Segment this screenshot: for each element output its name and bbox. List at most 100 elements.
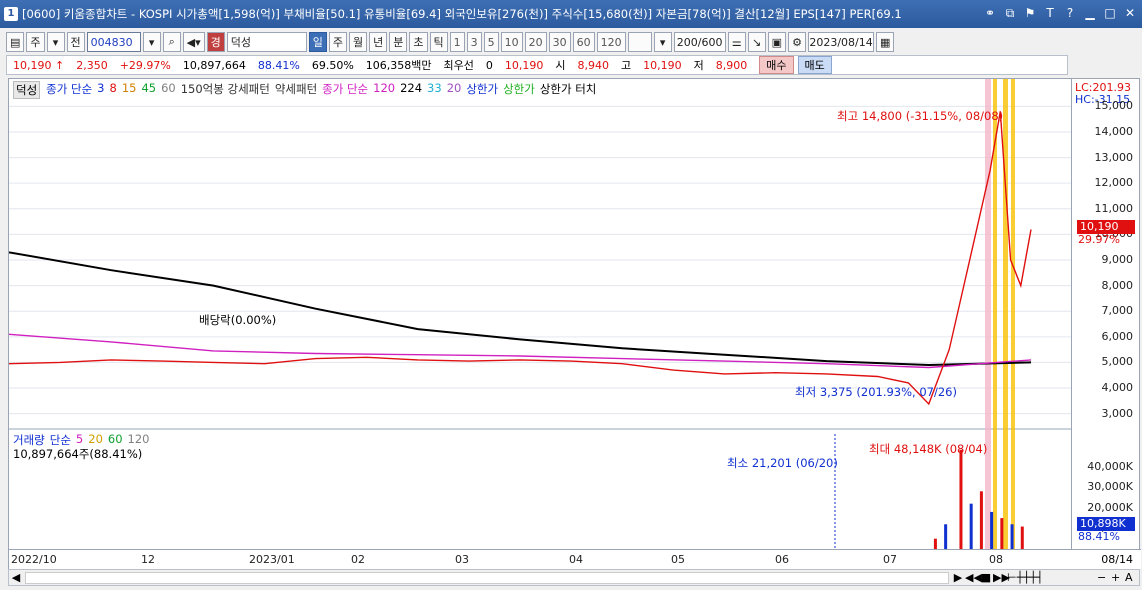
calendar-icon[interactable]: ▦ xyxy=(876,32,895,52)
price-chart-svg[interactable] xyxy=(9,79,1071,549)
cur-price: 10,190 xyxy=(504,58,544,72)
interval-20[interactable]: 20 xyxy=(524,32,547,52)
count-input[interactable]: 200/600 xyxy=(673,32,726,52)
scroll-right-icon[interactable]: ▶ xyxy=(951,571,965,584)
volume-bar xyxy=(1010,524,1014,549)
change-value: 2,350 xyxy=(76,58,108,72)
stock-code-input[interactable]: 004830 xyxy=(86,32,141,52)
date-tick-label: 07 xyxy=(883,553,897,566)
interval-3[interactable]: 3 xyxy=(466,32,482,52)
price-tick-label: 5,000 xyxy=(1101,355,1134,369)
date-tick-label: 08 xyxy=(989,553,1003,566)
zoom-slider[interactable]: ⊢┼┼┼┤ xyxy=(1007,571,1097,584)
series-line-224 xyxy=(9,251,1032,367)
quote-bar: 10,190 ↑ 2,350 +29.97% 10,897,664 88.41%… xyxy=(6,55,1068,75)
speaker-icon[interactable]: ◀▾ xyxy=(182,32,205,52)
tab-tick[interactable]: 틱 xyxy=(429,32,448,52)
text-icon[interactable]: T xyxy=(1042,5,1058,21)
volume-bar xyxy=(990,511,994,549)
interval-120[interactable]: 120 xyxy=(596,32,626,52)
zoom-in-icon[interactable]: + xyxy=(1111,571,1125,584)
tab-minute[interactable]: 분 xyxy=(389,32,408,52)
date-tick-label: 06 xyxy=(775,553,789,566)
best-label: 최우선 xyxy=(443,59,474,72)
volume-max-annotation: 최대 48,148K (08/04) xyxy=(869,442,988,456)
volume-badge-pct: 88.41% xyxy=(1078,530,1120,543)
interval-10[interactable]: 10 xyxy=(500,32,523,52)
chart-area[interactable]: 덕성 종가 단순 3 8 15 45 60 150억봉 강세패턴 약세패턴 종가 단순 120 22… xyxy=(8,78,1141,570)
interval-1[interactable]: 1 xyxy=(449,32,465,52)
tab-day[interactable]: 일 xyxy=(308,32,327,52)
period-select[interactable]: 주 xyxy=(26,32,45,52)
code-dropdown-icon[interactable]: ▾ xyxy=(142,32,161,52)
forward-icon[interactable]: ▶▶ xyxy=(993,571,1010,584)
prev-button[interactable]: 전 xyxy=(66,32,85,52)
x-axis: 2022/10 12 2023/01 02 03 04 05 06 07 08 08/14 xyxy=(9,549,1141,569)
font-icon[interactable]: A xyxy=(1125,571,1139,584)
link-icon[interactable]: ⚭ xyxy=(982,5,998,21)
high-annotation: 최고 14,800 (-31.15%, 08/08) xyxy=(837,109,1004,123)
date-tick-label: 2022/10 xyxy=(11,553,57,566)
open-value: 8,940 xyxy=(577,58,610,72)
price-badge: 10,190 xyxy=(1077,220,1135,234)
volume-tick-label: 30,000K xyxy=(1087,480,1133,494)
close-icon[interactable]: ✕ xyxy=(1122,5,1138,21)
zoom-out-icon[interactable]: − xyxy=(1097,571,1111,584)
maximize-icon[interactable]: □ xyxy=(1102,5,1118,21)
pin-icon[interactable]: ⚑ xyxy=(1022,5,1038,21)
settings-icon[interactable]: ⚙ xyxy=(788,32,807,52)
minimize-icon[interactable]: ▁ xyxy=(1082,5,1098,21)
main-toolbar: ▤ 주 ▾ 전 004830 ▾ ⌕ ◀▾ 경 덕성 일 주 월 년 분 초 틱… xyxy=(6,31,895,53)
layout-icon[interactable]: ▤ xyxy=(6,32,25,52)
high-label: 고 xyxy=(621,59,632,72)
volume-bar xyxy=(1000,518,1004,549)
volume-tick-label: 40,000K xyxy=(1087,459,1133,473)
date-tick-label: 12 xyxy=(141,553,155,566)
interval-30[interactable]: 30 xyxy=(548,32,571,52)
current-price: 10,190 ↑ xyxy=(7,59,70,72)
scroll-left-icon[interactable]: ◀ xyxy=(9,571,23,584)
tab-year[interactable]: 년 xyxy=(369,32,388,52)
search-icon[interactable]: ⌕ xyxy=(162,32,181,52)
stop-icon[interactable]: ■ xyxy=(979,571,993,584)
volume-bar xyxy=(933,538,937,549)
volume-bar xyxy=(1020,526,1024,549)
chart-type-icon[interactable]: ⚌ xyxy=(727,32,746,52)
price-value: 10,190 xyxy=(13,58,52,72)
date-tick-label: 04 xyxy=(569,553,583,566)
price-tick-label: 4,000 xyxy=(1101,381,1134,395)
up-arrow-icon: ↑ xyxy=(55,58,65,72)
price-tick-label: 7,000 xyxy=(1101,304,1134,318)
date-tick-label: 02 xyxy=(351,553,365,566)
interval-5[interactable]: 5 xyxy=(483,32,499,52)
sell-button[interactable]: 매도 xyxy=(797,56,832,74)
low-label: 저 xyxy=(693,59,704,72)
highlight-band xyxy=(1011,79,1015,549)
scroll-track[interactable] xyxy=(25,571,949,584)
restore-icon[interactable]: ⧉ xyxy=(1002,5,1018,21)
tab-second[interactable]: 초 xyxy=(409,32,428,52)
interval-60[interactable]: 60 xyxy=(572,32,595,52)
price-tick-label: 15,000 xyxy=(1094,99,1134,113)
help-icon[interactable]: ? xyxy=(1062,5,1078,21)
interval-custom-input[interactable] xyxy=(627,32,652,52)
stock-name-field[interactable]: 덕성 xyxy=(226,32,307,52)
price-tick-label: 11,000 xyxy=(1094,201,1134,215)
save-icon[interactable]: ▣ xyxy=(767,32,787,52)
indicator-icon[interactable]: ↘ xyxy=(747,32,766,52)
date-badge: 08/14 xyxy=(1101,553,1133,566)
date-input[interactable]: 2023/08/14 xyxy=(808,32,875,52)
chart-scrollbar[interactable]: ◀ ▶ ◀◀ ■ ▶▶ ⊢┼┼┼┤ − + A xyxy=(8,569,1140,586)
tab-month[interactable]: 월 xyxy=(349,32,368,52)
tab-week[interactable]: 주 xyxy=(328,32,348,52)
rewind-icon[interactable]: ◀◀ xyxy=(965,571,982,584)
best-value: 0 xyxy=(485,58,493,72)
dropdown-icon[interactable]: ▾ xyxy=(46,32,65,52)
turnover-pct: 69.50% xyxy=(311,58,354,72)
buy-button[interactable]: 매수 xyxy=(759,56,794,74)
volume-bar xyxy=(969,503,973,549)
series-line-price xyxy=(9,111,1032,406)
open-label: 시 xyxy=(555,59,566,72)
interval-dropdown-icon[interactable]: ▾ xyxy=(653,32,672,52)
volume-min-annotation: 최소 21,201 (06/20) xyxy=(727,456,838,470)
